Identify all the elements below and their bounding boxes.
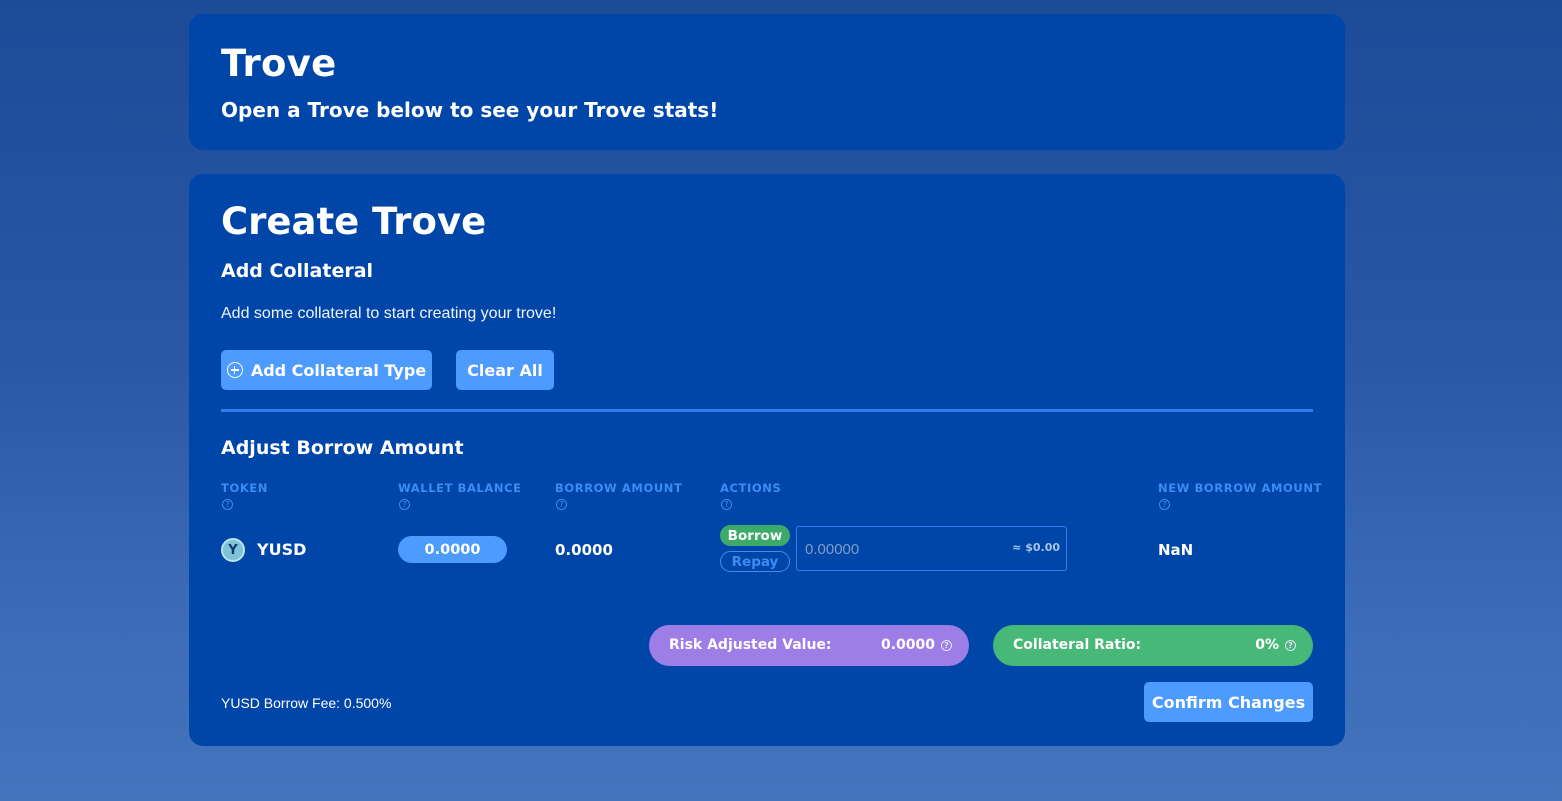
create-trove-card: Create Trove Add Collateral Add some col…	[189, 174, 1345, 746]
token-help-icon[interactable]: ?	[222, 499, 233, 510]
risk-adjusted-value-pill: Risk Adjusted Value: 0.0000 ?	[649, 625, 969, 666]
amount-input-container: ≈ $0.00	[796, 526, 1067, 571]
trove-title: Trove	[221, 42, 337, 85]
column-header-borrow-amount: BORROW AMOUNT	[555, 481, 683, 495]
add-collateral-type-label: Add Collateral Type	[250, 360, 427, 380]
column-header-new-borrow-amount: NEW BORROW AMOUNT	[1158, 481, 1323, 495]
borrow-toggle[interactable]: Borrow	[720, 525, 790, 546]
borrow-amount-help-icon[interactable]: ?	[556, 499, 567, 510]
plus-circle-icon	[226, 362, 243, 378]
collateral-ratio-value: 0%	[1255, 637, 1279, 653]
column-header-token: TOKEN	[221, 481, 269, 495]
usd-estimate: ≈ $0.00	[1012, 541, 1060, 554]
wallet-balance-value[interactable]: 0.0000	[398, 536, 507, 563]
new-borrow-amount-value: NaN	[1158, 541, 1194, 559]
section-divider	[221, 409, 1313, 412]
borrow-amount-value: 0.0000	[555, 541, 613, 559]
add-collateral-description: Add some collateral to start creating yo…	[221, 305, 557, 322]
risk-adjusted-value: 0.0000	[880, 637, 935, 653]
column-header-actions: ACTIONS	[720, 481, 782, 495]
add-collateral-title: Add Collateral	[221, 260, 374, 282]
risk-adjusted-value-label: Risk Adjusted Value:	[669, 637, 832, 653]
add-collateral-type-button[interactable]: Add Collateral Type	[221, 350, 432, 390]
token-name: YUSD	[257, 540, 307, 559]
collateral-ratio-label: Collateral Ratio:	[1013, 637, 1142, 653]
borrow-fee-text: YUSD Borrow Fee: 0.500%	[221, 695, 392, 711]
collateral-ratio-pill: Collateral Ratio: 0% ?	[993, 625, 1313, 666]
wallet-balance-help-icon[interactable]: ?	[399, 499, 410, 510]
risk-help-icon[interactable]: ?	[941, 640, 952, 651]
create-trove-title: Create Trove	[221, 200, 487, 243]
ratio-help-icon[interactable]: ?	[1285, 640, 1296, 651]
yusd-token-icon: Y	[221, 538, 245, 562]
confirm-changes-button[interactable]: Confirm Changes	[1144, 682, 1313, 722]
trove-subtitle: Open a Trove below to see your Trove sta…	[221, 98, 719, 122]
column-header-wallet-balance: WALLET BALANCE	[398, 481, 522, 495]
borrow-amount-input[interactable]	[805, 537, 1005, 561]
clear-all-button[interactable]: Clear All	[456, 350, 554, 390]
new-borrow-amount-help-icon[interactable]: ?	[1159, 499, 1170, 510]
repay-toggle[interactable]: Repay	[720, 551, 790, 572]
adjust-borrow-title: Adjust Borrow Amount	[221, 437, 464, 459]
trove-card: Trove Open a Trove below to see your Tro…	[189, 14, 1345, 150]
actions-help-icon[interactable]: ?	[721, 499, 732, 510]
